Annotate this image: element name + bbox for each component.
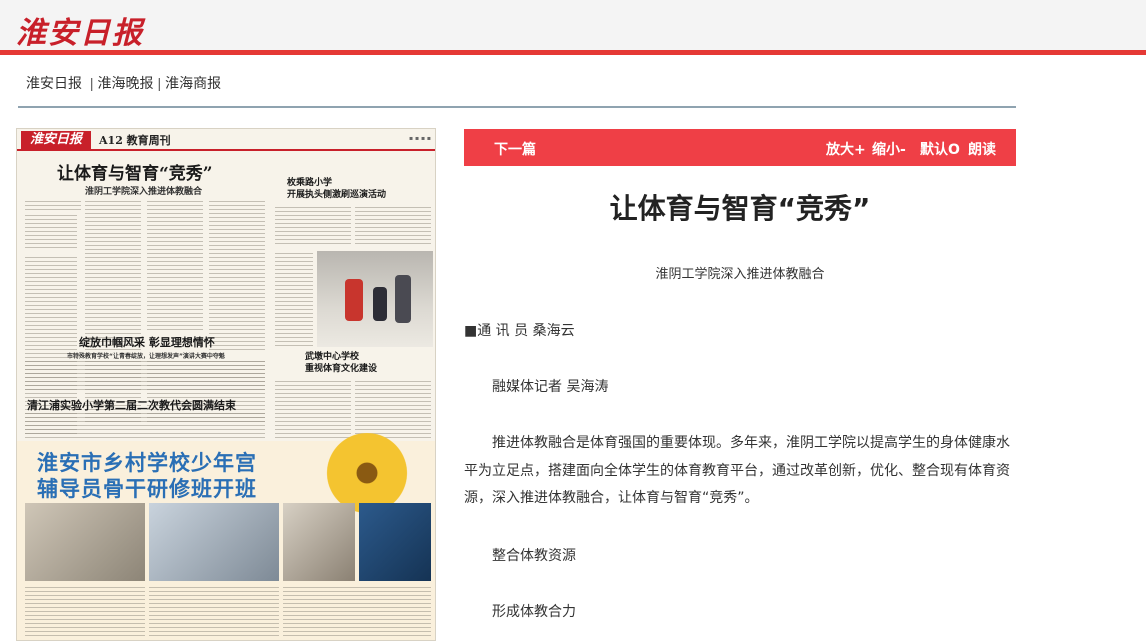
zoom-out-button[interactable]: 缩小- bbox=[872, 139, 906, 159]
paper-date: ▪ ▪ ▪ ▪ bbox=[409, 135, 431, 142]
next-article-link[interactable]: 下一篇 bbox=[494, 139, 536, 159]
paper-text-block bbox=[25, 215, 77, 251]
nav-link-huaihai-evening[interactable]: 淮海晚报 bbox=[98, 75, 154, 91]
article-reporter: 融媒体记者 吴海涛 bbox=[492, 379, 609, 395]
zoom-in-button[interactable]: 放大+ bbox=[826, 139, 866, 159]
banner-photo bbox=[283, 503, 355, 581]
paper-col2-title[interactable]: 枚乘路小学 开展执头侧激刷巡演活动 bbox=[287, 177, 386, 201]
paper-lead-title[interactable]: 让体育与智育“竞秀” bbox=[57, 159, 213, 184]
paper-text-block bbox=[147, 201, 203, 331]
banner-photo bbox=[149, 503, 279, 581]
article-title: 让体育与智育“竞秀” bbox=[609, 192, 871, 225]
paper-text-block bbox=[275, 381, 351, 441]
paper-lead-subtitle: 淮阴工学院深入推进体教融合 bbox=[85, 187, 203, 197]
banner-photo bbox=[25, 503, 145, 581]
default-size-button[interactable]: 默认O bbox=[920, 139, 960, 159]
masthead-accent-bar bbox=[0, 50, 1146, 55]
nav-separator: | bbox=[89, 75, 94, 91]
paper-text-block bbox=[209, 201, 265, 351]
paper-mid-title2[interactable]: 清江浦实验小学第二届二次教代会圆满结束 bbox=[27, 397, 236, 413]
paper-nav: 淮安日报 | 淮海晚报 | 淮海商报 bbox=[26, 73, 221, 93]
photo-figure bbox=[395, 275, 411, 323]
paper-logo: 淮安日报 bbox=[21, 131, 91, 149]
paper-text-block bbox=[355, 207, 431, 247]
paper-text-block bbox=[25, 361, 265, 391]
paper-header: 淮安日报 A12 教育周刊 ▪ ▪ ▪ ▪ bbox=[17, 129, 435, 151]
paper-photo-snow bbox=[317, 251, 433, 347]
paper-banner-youth-palace[interactable]: 淮安市乡村学校少年宫 辅导员骨干研修班开班 bbox=[17, 433, 435, 640]
photo-figure bbox=[345, 279, 363, 321]
article-subheading: 形成体教合力 bbox=[492, 604, 576, 620]
nav-link-huaian-daily[interactable]: 淮安日报 bbox=[26, 75, 82, 91]
article-toolbar: 下一篇 放大+ 缩小- 默认O 朗读 bbox=[464, 129, 1016, 166]
paper-section-label: A12 教育周刊 bbox=[99, 134, 171, 147]
nav-divider bbox=[18, 106, 1016, 108]
paper-text-block bbox=[25, 587, 145, 639]
article-lead-paragraph: 推进体教融合是体育强国的重要体现。多年来，淮阴工学院以提高学生的身体健康水平为立… bbox=[464, 435, 1010, 506]
read-aloud-button[interactable]: 朗读 bbox=[968, 139, 996, 159]
paper-mid-subtitle1: 市特殊教育学校“让青春绽放，让理想发声”演讲大赛中夺魁 bbox=[67, 353, 225, 360]
paper-byline bbox=[25, 201, 81, 213]
article-subheading: 整合体教资源 bbox=[492, 548, 576, 564]
masthead: 淮安日报 bbox=[0, 0, 1146, 52]
paper-text-block bbox=[275, 207, 351, 247]
paper-right-title[interactable]: 武墩中心学校 重视体育文化建设 bbox=[305, 351, 377, 375]
newspaper-page-image[interactable]: 淮安日报 A12 教育周刊 ▪ ▪ ▪ ▪ 让体育与智育“竞秀” 淮阴工学院深入… bbox=[16, 128, 436, 641]
banner-title-line2: 辅导员骨干研修班开班 bbox=[37, 477, 257, 501]
nav-link-huaihai-business[interactable]: 淮海商报 bbox=[165, 75, 221, 91]
paper-text-block bbox=[283, 587, 431, 639]
paper-text-block bbox=[275, 253, 313, 347]
paper-text-block bbox=[149, 587, 279, 639]
banner-photo bbox=[359, 503, 431, 581]
site-logo[interactable]: 淮安日报 bbox=[16, 8, 144, 52]
photo-figure bbox=[373, 287, 387, 321]
article-subtitle: 淮阴工学院深入推进体教融合 bbox=[655, 267, 825, 282]
paper-text-block bbox=[355, 381, 431, 441]
paper-mid-title1[interactable]: 绽放巾帼风采 彰显理想情怀 bbox=[79, 334, 215, 350]
article-author: ■通 讯 员 桑海云 bbox=[464, 323, 575, 339]
paper-text-block bbox=[85, 201, 141, 353]
nav-separator: | bbox=[157, 75, 162, 91]
sunflower-graphic bbox=[307, 433, 427, 513]
paper-text-block bbox=[25, 413, 265, 439]
